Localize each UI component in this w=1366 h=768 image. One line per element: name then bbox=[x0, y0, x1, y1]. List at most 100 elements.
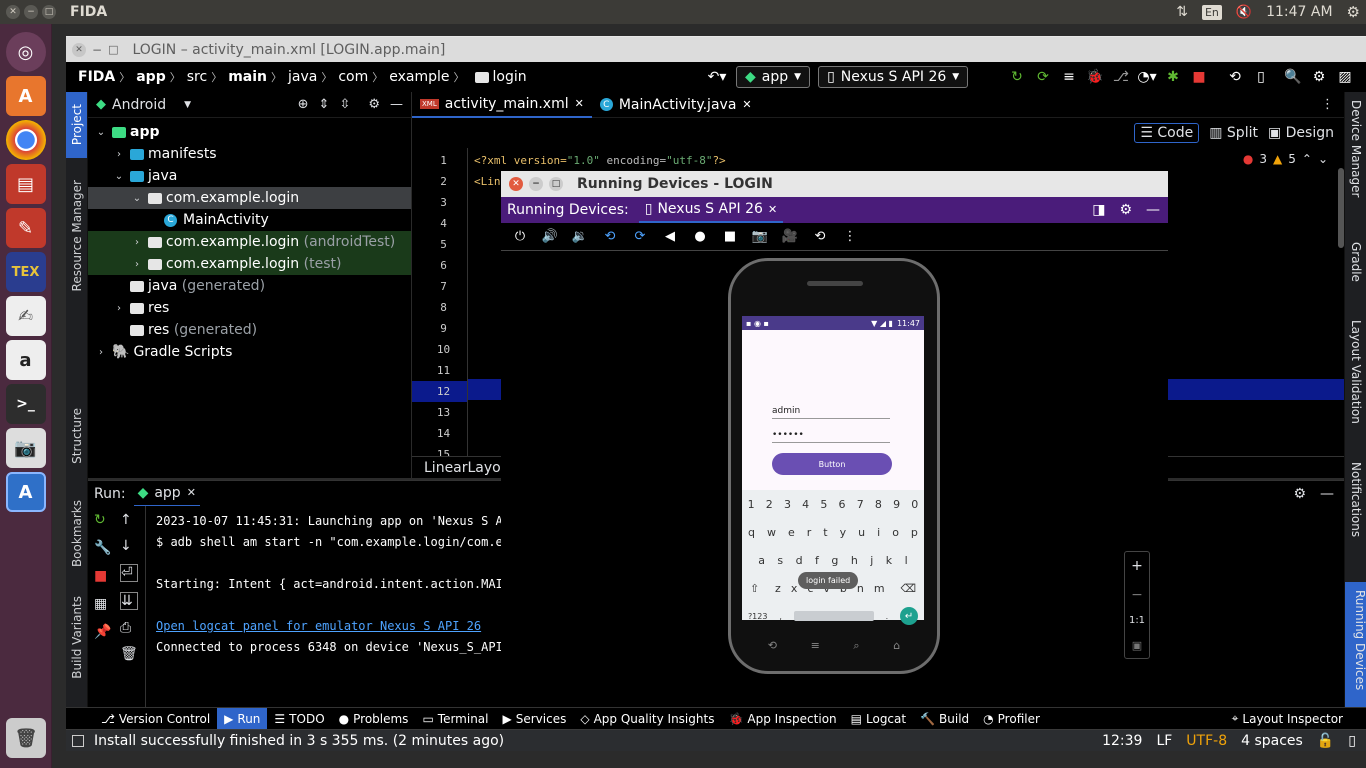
close-window-button[interactable]: ✕ bbox=[509, 177, 523, 191]
tree-item-res-generated[interactable]: res (generated) bbox=[88, 319, 411, 341]
maximize-window-button[interactable]: □ bbox=[42, 5, 56, 19]
screenshot-icon[interactable]: 📷 bbox=[749, 226, 771, 248]
keyboard-bottom-row[interactable]: ?123 , . ↵ bbox=[742, 602, 924, 630]
device-tab-nexus-s[interactable]: ▯ Nexus S API 26 ✕ bbox=[638, 197, 784, 223]
settings-gear-icon[interactable]: ⚙ bbox=[1347, 3, 1360, 21]
chrome-icon[interactable] bbox=[5, 120, 46, 160]
arrow-down-icon[interactable]: ↓ bbox=[120, 538, 138, 554]
letter-key[interactable]: e bbox=[788, 526, 795, 539]
arrow-up-icon[interactable]: ↑ bbox=[120, 512, 138, 528]
letter-key[interactable]: q bbox=[748, 526, 755, 539]
project-view-select[interactable]: Android bbox=[112, 97, 166, 113]
device-manager-icon[interactable]: ⟲ bbox=[1224, 66, 1246, 88]
system-tools-icon[interactable]: ✎ bbox=[5, 208, 46, 248]
letter-key[interactable]: y bbox=[840, 526, 847, 539]
problems-button[interactable]: ● Problems bbox=[332, 708, 416, 730]
breadcrumb-src[interactable]: src bbox=[187, 69, 207, 85]
breadcrumb-main[interactable]: main bbox=[228, 69, 267, 85]
layout-validation-tool-button[interactable]: Layout Validation bbox=[1349, 320, 1363, 424]
keyboard-row-1[interactable]: qwertyuiop bbox=[742, 518, 924, 546]
tree-item-manifests[interactable]: › manifests bbox=[88, 143, 411, 165]
project-tool-button[interactable]: Project bbox=[66, 92, 87, 158]
amazon-icon[interactable]: a bbox=[5, 340, 46, 380]
tab-activity-main-xml[interactable]: XML activity_main.xml ✕ bbox=[412, 92, 592, 118]
letter-key[interactable]: u bbox=[858, 526, 865, 539]
number-key[interactable]: 8 bbox=[875, 498, 882, 511]
version-control-button[interactable]: ⎇ Version Control bbox=[94, 708, 217, 730]
file-encoding[interactable]: UTF-8 bbox=[1186, 733, 1227, 749]
tree-item-package-test[interactable]: › com.example.login (test) bbox=[88, 253, 411, 275]
letter-key[interactable]: l bbox=[905, 554, 908, 567]
text-editor-icon[interactable]: ✍ bbox=[5, 296, 46, 336]
zoom-in-button[interactable]: + bbox=[1131, 558, 1143, 574]
more-options-icon[interactable]: ⋮ bbox=[839, 226, 861, 248]
breadcrumb-login[interactable]: login bbox=[493, 69, 527, 85]
letter-key[interactable]: i bbox=[877, 526, 880, 539]
hide-panel-icon[interactable]: — bbox=[390, 97, 403, 112]
services-button[interactable]: ▶ Services bbox=[496, 708, 574, 730]
terminal-icon[interactable]: >_ bbox=[5, 384, 46, 424]
indent-setting[interactable]: 4 spaces bbox=[1241, 733, 1303, 749]
letter-key[interactable]: r bbox=[807, 526, 812, 539]
minimize-window-button[interactable]: − bbox=[24, 5, 38, 19]
hide-panel-icon[interactable]: — bbox=[1320, 486, 1334, 502]
number-key[interactable]: 1 bbox=[748, 498, 755, 511]
tree-item-res[interactable]: › res bbox=[88, 297, 411, 319]
letter-key[interactable]: n bbox=[857, 582, 864, 595]
zoom-fit-icon[interactable]: ▣ bbox=[1132, 639, 1142, 652]
print-icon[interactable]: ⎙ bbox=[120, 620, 138, 636]
build-button[interactable]: 🔨 Build bbox=[913, 708, 976, 730]
debug-icon[interactable]: 🐞 bbox=[1084, 66, 1106, 88]
running-devices-tool-button[interactable]: Running Devices bbox=[1345, 582, 1366, 712]
logcat-button[interactable]: ▤ Logcat bbox=[844, 708, 913, 730]
number-key[interactable]: 7 bbox=[857, 498, 864, 511]
run-tab-app[interactable]: ◆ app ✕ bbox=[133, 481, 200, 507]
options-gear-icon[interactable]: ⚙ bbox=[1119, 202, 1132, 218]
tree-item-gradle-scripts[interactable]: › 🐘 Gradle Scripts bbox=[88, 341, 411, 363]
close-tab-icon[interactable]: ✕ bbox=[187, 486, 196, 499]
letter-key[interactable]: g bbox=[831, 554, 838, 567]
soft-keyboard[interactable]: 1234567890 qwertyuiop asdfghjkl ⇧ zxcvbn… bbox=[742, 490, 924, 625]
trash-icon[interactable]: 🗑 bbox=[120, 646, 138, 662]
inspection-widget[interactable]: ● 3 ▲ 5 ⌃ ⌄ bbox=[1243, 152, 1328, 166]
period-key[interactable]: . bbox=[886, 612, 889, 621]
apply-changes-icon[interactable]: ⟳ bbox=[1032, 66, 1054, 88]
tree-item-mainactivity[interactable]: C MainActivity bbox=[88, 209, 411, 231]
hide-panel-icon[interactable]: — bbox=[1146, 202, 1160, 218]
settings-gear-icon[interactable]: ⚙ bbox=[1308, 66, 1330, 88]
close-tab-icon[interactable]: ✕ bbox=[768, 203, 777, 216]
letter-key[interactable]: k bbox=[886, 554, 892, 567]
enter-key[interactable]: ↵ bbox=[900, 607, 919, 625]
tree-item-java[interactable]: ⌄ java bbox=[88, 165, 411, 187]
space-key[interactable] bbox=[793, 611, 874, 621]
line-separator[interactable]: LF bbox=[1156, 733, 1172, 749]
tab-mainactivity-java[interactable]: C MainActivity.java ✕ bbox=[592, 92, 760, 118]
make-project-icon[interactable]: ≡ bbox=[1058, 66, 1080, 88]
keyboard-row-2[interactable]: asdfghjkl bbox=[742, 546, 924, 574]
keyboard-number-row[interactable]: 1234567890 bbox=[742, 490, 924, 518]
rotate-right-icon[interactable]: ⟳ bbox=[629, 226, 651, 248]
profiler-icon[interactable]: ◔▾ bbox=[1136, 66, 1158, 88]
rerun-icon[interactable]: ↻ bbox=[94, 512, 111, 528]
memory-indicator-icon[interactable]: ▯ bbox=[1348, 733, 1356, 749]
letter-key[interactable]: w bbox=[767, 526, 776, 539]
volume-down-icon[interactable]: 🔉 bbox=[569, 226, 591, 248]
gradle-tool-button[interactable]: Gradle bbox=[1349, 242, 1363, 282]
bookmarks-tool-button[interactable]: Bookmarks bbox=[70, 500, 84, 571]
chevron-down-icon[interactable]: ▼ bbox=[184, 100, 191, 110]
letter-key[interactable]: z bbox=[775, 582, 781, 595]
volume-up-icon[interactable]: 🔊 bbox=[539, 226, 561, 248]
split-mode-button[interactable]: ▥ Split bbox=[1209, 125, 1258, 141]
ubuntu-dash-icon[interactable]: ◎ bbox=[5, 32, 46, 72]
letter-key[interactable]: d bbox=[796, 554, 803, 567]
device-manager-tool-button[interactable]: Device Manager bbox=[1349, 100, 1363, 197]
options-gear-icon[interactable]: ⚙ bbox=[1293, 486, 1306, 502]
pin-icon[interactable]: 📌 bbox=[94, 624, 111, 640]
number-key[interactable]: 3 bbox=[784, 498, 791, 511]
number-key[interactable]: 4 bbox=[802, 498, 809, 511]
stop-icon[interactable]: ■ bbox=[1188, 66, 1210, 88]
snapshot-icon[interactable]: ⟲ bbox=[809, 226, 831, 248]
attach-debugger-icon[interactable]: ⎇ bbox=[1110, 66, 1132, 88]
letter-key[interactable]: t bbox=[823, 526, 827, 539]
texstudio-icon[interactable]: TEX bbox=[5, 252, 46, 292]
